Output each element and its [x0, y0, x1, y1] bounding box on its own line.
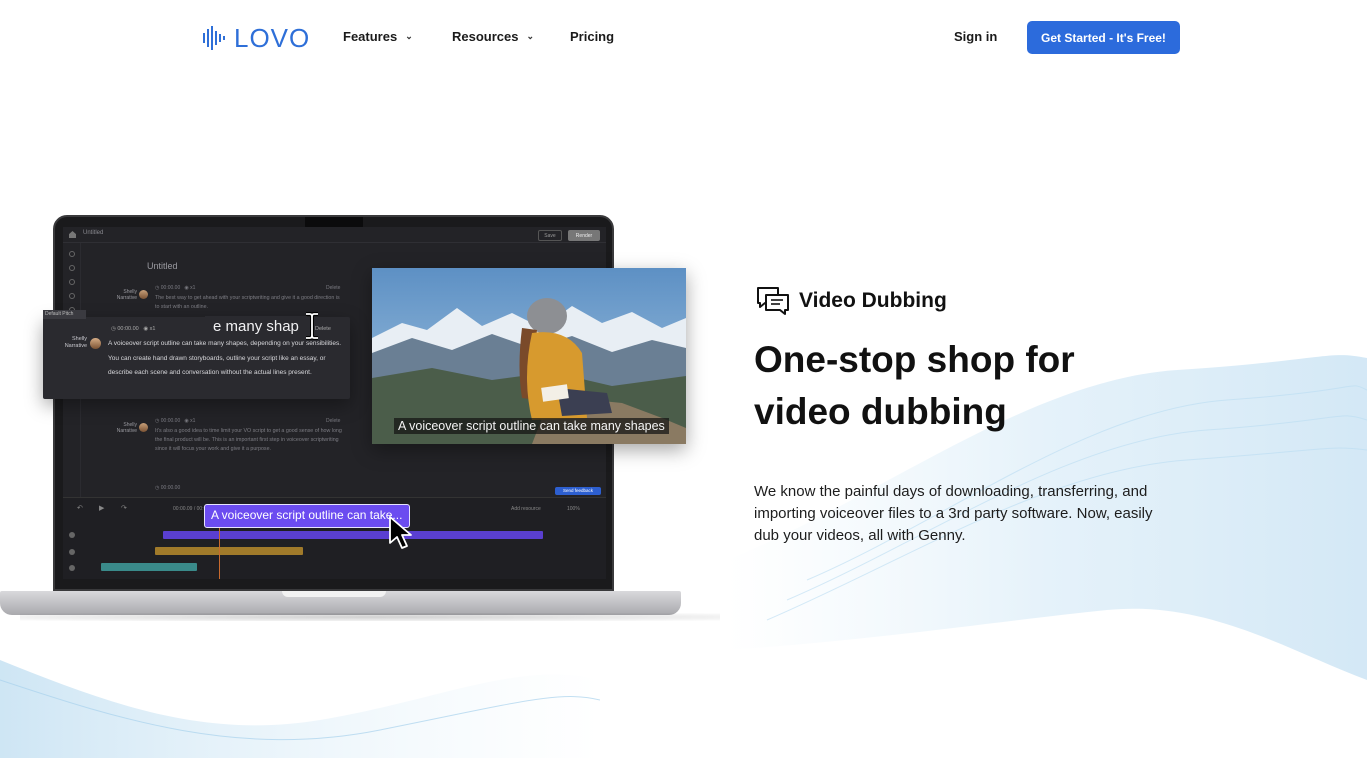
video-caption: A voiceover script outline can take many… [394, 418, 669, 434]
voice-icon [69, 265, 75, 271]
file-name: Untitled [83, 230, 104, 236]
script-block: Shelly Narrative ◷ 00:00.00 ◉ x1 Delete I… [111, 418, 351, 466]
block-text: It's also a good idea to time limit your… [155, 428, 342, 452]
nav-features-label: Features [343, 29, 398, 44]
chat-bubbles-icon [757, 287, 789, 315]
app-topbar: Untitled Save Render [63, 227, 606, 243]
block-text: The best way to get ahead with your scri… [155, 295, 340, 310]
video-preview: A voiceover script outline can take many… [372, 268, 686, 444]
speaker-name: Shelly Narrative [64, 336, 87, 349]
project-title: Untitled [147, 261, 178, 271]
send-feedback-button: Send feedback [555, 487, 601, 495]
get-started-button[interactable]: Get Started - It's Free! [1027, 21, 1180, 54]
search-icon [69, 251, 75, 257]
play-icon: ▶ [99, 505, 105, 512]
top-navigation: LOVO Features ⌄ Resources ⌄ Pricing Sign… [0, 0, 1367, 76]
laptop-groove [282, 591, 386, 597]
speaker-avatar [139, 423, 148, 432]
feature-label-text: Video Dubbing [799, 289, 947, 312]
chevron-down-icon: ⌄ [405, 31, 413, 41]
feature-label: Video Dubbing [756, 286, 947, 316]
render-button: Render [568, 230, 600, 241]
nav-resources[interactable]: Resources ⌄ [452, 29, 534, 44]
delete-label: Delete [326, 418, 341, 424]
video-track-icon [69, 565, 75, 571]
lovo-logo[interactable]: LOVO [202, 24, 310, 52]
pitch-tag: Default Pitch [43, 310, 86, 319]
timeline-playhead [219, 522, 220, 579]
nav-resources-label: Resources [452, 29, 519, 44]
laptop-base [0, 591, 681, 615]
headline-line-1: One-stop shop for [754, 339, 1075, 380]
speaker-avatar [90, 338, 101, 349]
music-icon [69, 279, 75, 285]
block-meta: ◷ 00:00.00 ◉ x1 [155, 418, 196, 424]
video-track-clip [101, 563, 197, 571]
music-track-icon [69, 549, 75, 555]
add-resource-label: Add resource [511, 506, 541, 512]
laptop-shadow [20, 613, 720, 621]
speaker-name: Shelly Narrative [116, 289, 137, 301]
subtitle-chip: A voiceover script outline can take... [204, 504, 410, 528]
background-wave [0, 660, 600, 758]
undo-icon: ↶ [77, 505, 83, 512]
text-cursor-icon [306, 312, 318, 340]
zoom-level: 100% [567, 506, 580, 512]
headline-line-2: video dubbing [754, 391, 1007, 432]
nav-features[interactable]: Features ⌄ [343, 29, 413, 44]
popup-meta: ◷ 00:00.00 ◉ x1 [111, 326, 156, 332]
redo-icon: ↷ [121, 505, 127, 512]
popup-script-text: A voiceover script outline can take many… [108, 340, 342, 376]
voice-track-icon [69, 532, 75, 538]
block-meta: ◷ 00:00.00 [155, 485, 181, 491]
sign-in-link[interactable]: Sign in [954, 29, 997, 44]
home-icon [69, 231, 76, 238]
feature-description: We know the painful days of downloading,… [754, 483, 1153, 544]
block-meta: ◷ 00:00.00 ◉ x1 [155, 285, 196, 291]
mouse-pointer-icon [389, 516, 412, 549]
page-headline: One-stop shop for video dubbing [754, 334, 1194, 438]
media-icon [69, 293, 75, 299]
speaker-avatar [139, 290, 148, 299]
logo-text: LOVO [234, 23, 311, 53]
highlighted-text: e many shap [205, 316, 307, 338]
voice-track-clip [163, 531, 543, 539]
music-track-clip [155, 547, 303, 555]
save-button: Save [538, 230, 562, 241]
delete-label: Delete [326, 285, 341, 291]
nav-pricing[interactable]: Pricing [570, 29, 614, 44]
speaker-name: Shelly Narrative [116, 422, 137, 434]
soundwave-logo-icon [203, 26, 225, 50]
chevron-down-icon: ⌄ [526, 31, 535, 41]
